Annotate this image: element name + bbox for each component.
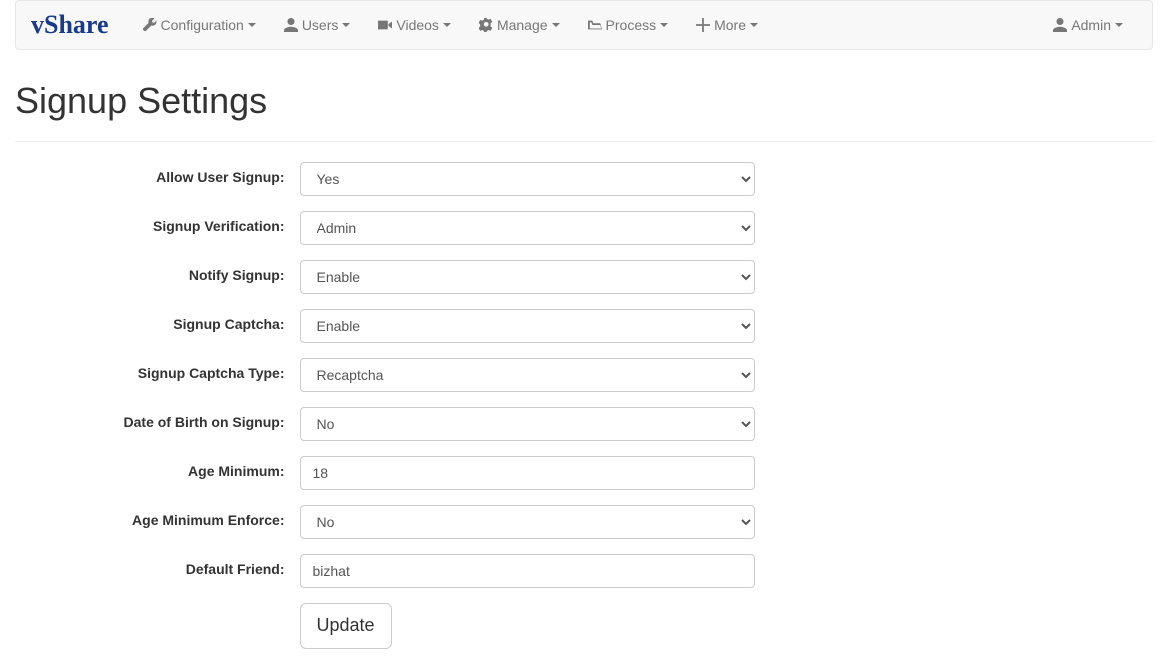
label-age-minimum: Age Minimum: — [15, 456, 300, 479]
select-allow-signup[interactable]: Yes — [300, 162, 755, 196]
label-default-friend: Default Friend: — [15, 554, 300, 577]
nav-label: More — [714, 17, 746, 33]
page-title: Signup Settings — [15, 80, 1153, 122]
label-allow-signup: Allow User Signup: — [15, 162, 300, 185]
caret-icon — [248, 23, 256, 27]
nav-label: Users — [302, 17, 339, 33]
label-dob-on-signup: Date of Birth on Signup: — [15, 407, 300, 430]
caret-icon — [443, 23, 451, 27]
nav-label: Videos — [396, 17, 439, 33]
label-signup-verification: Signup Verification: — [15, 211, 300, 234]
brand-logo[interactable]: vShare — [31, 10, 129, 40]
nav-label: Admin — [1071, 17, 1111, 33]
user-icon — [284, 18, 298, 32]
caret-icon — [1115, 23, 1123, 27]
main-container: Signup Settings Allow User Signup: Yes S… — [0, 80, 1168, 649]
field-signup-verification: Signup Verification: Admin — [15, 211, 1153, 245]
label-age-minimum-enforce: Age Minimum Enforce: — [15, 505, 300, 528]
submit-row: Update — [15, 603, 1153, 649]
nav-label: Process — [606, 17, 657, 33]
video-icon — [378, 18, 392, 32]
select-signup-captcha-type[interactable]: Recaptcha — [300, 358, 755, 392]
nav-configuration[interactable]: Configuration — [129, 2, 270, 48]
label-signup-captcha: Signup Captcha: — [15, 309, 300, 332]
caret-icon — [552, 23, 560, 27]
caret-icon — [660, 23, 668, 27]
plus-icon — [696, 18, 710, 32]
input-default-friend[interactable] — [300, 554, 755, 588]
navbar-left: vShare Configuration Users Videos Manage… — [31, 2, 772, 48]
input-age-minimum[interactable] — [300, 456, 755, 490]
field-age-minimum: Age Minimum: — [15, 456, 1153, 490]
user-icon — [1053, 18, 1067, 32]
field-default-friend: Default Friend: — [15, 554, 1153, 588]
navbar: vShare Configuration Users Videos Manage… — [15, 0, 1153, 50]
field-age-minimum-enforce: Age Minimum Enforce: No — [15, 505, 1153, 539]
nav-admin[interactable]: Admin — [1039, 2, 1137, 48]
page-header: Signup Settings — [15, 80, 1153, 142]
field-allow-signup: Allow User Signup: Yes — [15, 162, 1153, 196]
select-dob-on-signup[interactable]: No — [300, 407, 755, 441]
select-notify-signup[interactable]: Enable — [300, 260, 755, 294]
nav-more[interactable]: More — [682, 2, 772, 48]
label-signup-captcha-type: Signup Captcha Type: — [15, 358, 300, 381]
update-button[interactable]: Update — [300, 603, 392, 649]
select-signup-verification[interactable]: Admin — [300, 211, 755, 245]
field-signup-captcha: Signup Captcha: Enable — [15, 309, 1153, 343]
nav-process[interactable]: Process — [574, 2, 683, 48]
field-notify-signup: Notify Signup: Enable — [15, 260, 1153, 294]
navbar-right: Admin — [1039, 2, 1137, 48]
signup-settings-form: Allow User Signup: Yes Signup Verificati… — [15, 162, 1153, 649]
select-age-minimum-enforce[interactable]: No — [300, 505, 755, 539]
nav-videos[interactable]: Videos — [364, 2, 465, 48]
nav-label: Manage — [497, 17, 548, 33]
select-signup-captcha[interactable]: Enable — [300, 309, 755, 343]
caret-icon — [342, 23, 350, 27]
label-notify-signup: Notify Signup: — [15, 260, 300, 283]
folder-open-icon — [588, 18, 602, 32]
field-dob-on-signup: Date of Birth on Signup: No — [15, 407, 1153, 441]
field-signup-captcha-type: Signup Captcha Type: Recaptcha — [15, 358, 1153, 392]
nav-label: Configuration — [161, 17, 244, 33]
wrench-icon — [143, 18, 157, 32]
gear-icon — [479, 18, 493, 32]
caret-icon — [750, 23, 758, 27]
nav-users[interactable]: Users — [270, 2, 365, 48]
nav-manage[interactable]: Manage — [465, 2, 574, 48]
